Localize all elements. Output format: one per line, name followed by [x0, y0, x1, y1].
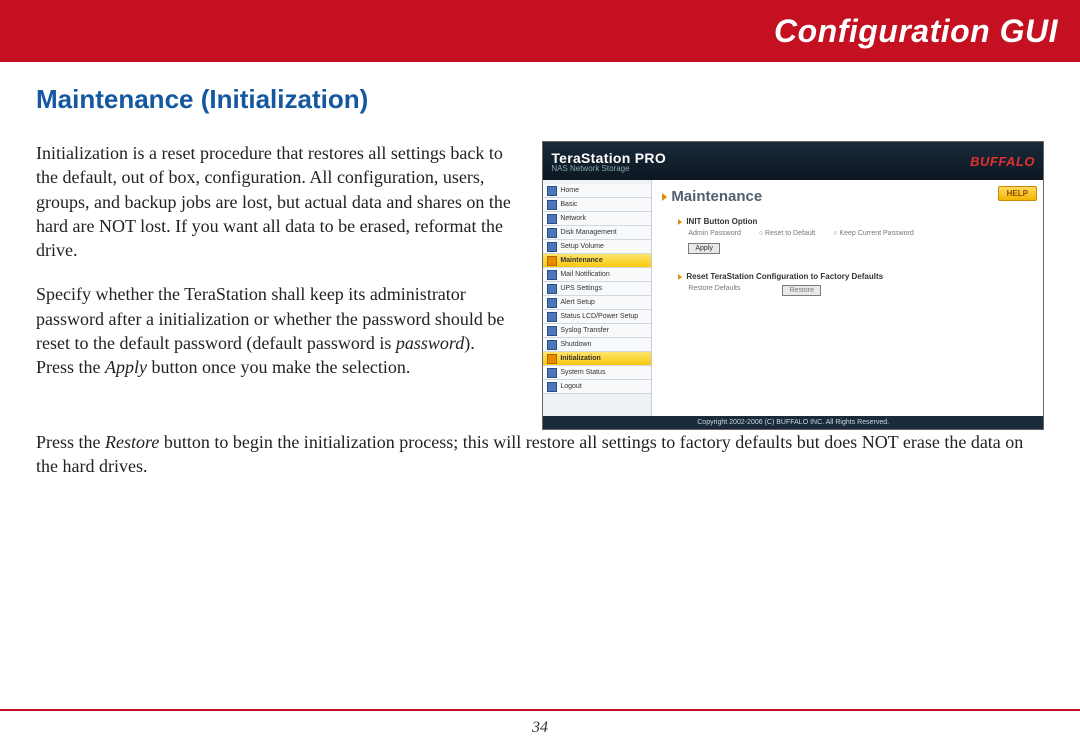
footer-rule	[0, 709, 1080, 711]
nav-item[interactable]: Syslog Transfer	[543, 324, 651, 338]
screenshot-header: TeraStation PRO NAS Network Storage BUFF…	[543, 142, 1043, 180]
section-heading-2: Reset TeraStation Configuration to Facto…	[678, 272, 1033, 281]
nav-icon	[547, 228, 557, 238]
nav-item[interactable]: Home	[543, 184, 651, 198]
nav-icon	[547, 326, 557, 336]
field-label: Restore Defaults	[688, 285, 740, 296]
nav-icon	[547, 368, 557, 378]
nav-item[interactable]: Initialization	[543, 352, 651, 366]
page-number: 34	[0, 719, 1080, 737]
nav-item[interactable]: UPS Settings	[543, 282, 651, 296]
text-column: Initialization is a reset procedure that…	[36, 141, 516, 430]
field-label: Admin Password	[688, 230, 741, 237]
nav-icon	[547, 200, 557, 210]
option-row: Admin Password Reset to Default Keep Cur…	[688, 230, 1033, 237]
nav-icon	[547, 270, 557, 280]
two-column-layout: Initialization is a reset procedure that…	[36, 141, 1044, 430]
nav-label: Basic	[560, 201, 577, 208]
full-width-text: Press the Restore button to begin the in…	[36, 430, 1044, 479]
paragraph-2: Specify whether the TeraStation shall ke…	[36, 282, 516, 379]
nav-item[interactable]: Logout	[543, 380, 651, 394]
nav-item[interactable]: Disk Management	[543, 226, 651, 240]
nav-icon	[547, 312, 557, 322]
nav-item[interactable]: Mail Notification	[543, 268, 651, 282]
triangle-icon	[678, 219, 682, 225]
nav-icon	[547, 340, 557, 350]
section-init-button: INIT Button Option Admin Password Reset …	[678, 217, 1033, 254]
nav-label: Status LCD/Power Setup	[560, 313, 638, 320]
nav-label: Setup Volume	[560, 243, 604, 250]
nav-icon	[547, 256, 557, 266]
panel-title: Maintenance	[662, 188, 1033, 205]
nav-icon	[547, 354, 557, 364]
nav-icon	[547, 298, 557, 308]
nav-item[interactable]: Shutdown	[543, 338, 651, 352]
screenshot-body: Home Basic Network Disk Management Setup Vol…	[543, 180, 1043, 416]
section-heading: Maintenance (Initialization)	[36, 84, 1044, 115]
embedded-screenshot: TeraStation PRO NAS Network Storage BUFF…	[542, 141, 1044, 430]
page-body: Maintenance (Initialization) Initializat…	[0, 62, 1080, 479]
nav-icon	[547, 214, 557, 224]
nav-item[interactable]: Setup Volume	[543, 240, 651, 254]
nav-item[interactable]: Network	[543, 212, 651, 226]
nav-label: Logout	[560, 383, 581, 390]
paragraph-3: Press the Restore button to begin the in…	[36, 430, 1044, 479]
nav-label: Shutdown	[560, 341, 591, 348]
header-banner: Configuration GUI	[0, 0, 1080, 62]
restore-row: Restore Defaults Restore	[688, 285, 1033, 296]
nav-label: Initialization	[560, 355, 600, 362]
nav-label: Alert Setup	[560, 299, 595, 306]
radio-reset[interactable]: Reset to Default	[759, 230, 815, 237]
nav-item[interactable]: System Status	[543, 366, 651, 380]
nav-label: UPS Settings	[560, 285, 602, 292]
triangle-icon	[662, 193, 667, 201]
nav-label: Home	[560, 187, 579, 194]
banner-title: Configuration GUI	[774, 13, 1058, 50]
nav-icon	[547, 284, 557, 294]
section-heading-1: INIT Button Option	[678, 217, 1033, 226]
radio-keep[interactable]: Keep Current Password	[833, 230, 914, 237]
sidebar-nav: Home Basic Network Disk Management Setup Vol…	[543, 180, 652, 416]
nav-item[interactable]: Alert Setup	[543, 296, 651, 310]
nav-item[interactable]: Status LCD/Power Setup	[543, 310, 651, 324]
nav-label: System Status	[560, 369, 605, 376]
nav-icon	[547, 382, 557, 392]
nav-item[interactable]: Maintenance	[543, 254, 651, 268]
nav-label: Disk Management	[560, 229, 616, 236]
nav-icon	[547, 242, 557, 252]
triangle-icon	[678, 274, 682, 280]
nav-label: Network	[560, 215, 586, 222]
section-reset: Reset TeraStation Configuration to Facto…	[678, 272, 1033, 296]
product-logo: TeraStation PRO NAS Network Storage	[551, 150, 666, 173]
restore-button[interactable]: Restore	[782, 285, 821, 296]
paragraph-1: Initialization is a reset procedure that…	[36, 141, 516, 262]
nav-label: Mail Notification	[560, 271, 609, 278]
apply-button[interactable]: Apply	[688, 243, 720, 254]
main-panel: HELP Maintenance INIT Button Option Admi…	[652, 180, 1043, 416]
nav-label: Maintenance	[560, 257, 602, 264]
nav-label: Syslog Transfer	[560, 327, 609, 334]
help-button[interactable]: HELP	[998, 186, 1037, 201]
screenshot-footer: Copyright 2002-2006 (C) BUFFALO INC. All…	[543, 416, 1043, 429]
brand-logo: BUFFALO	[970, 154, 1035, 169]
nav-item[interactable]: Basic	[543, 198, 651, 212]
nav-icon	[547, 186, 557, 196]
